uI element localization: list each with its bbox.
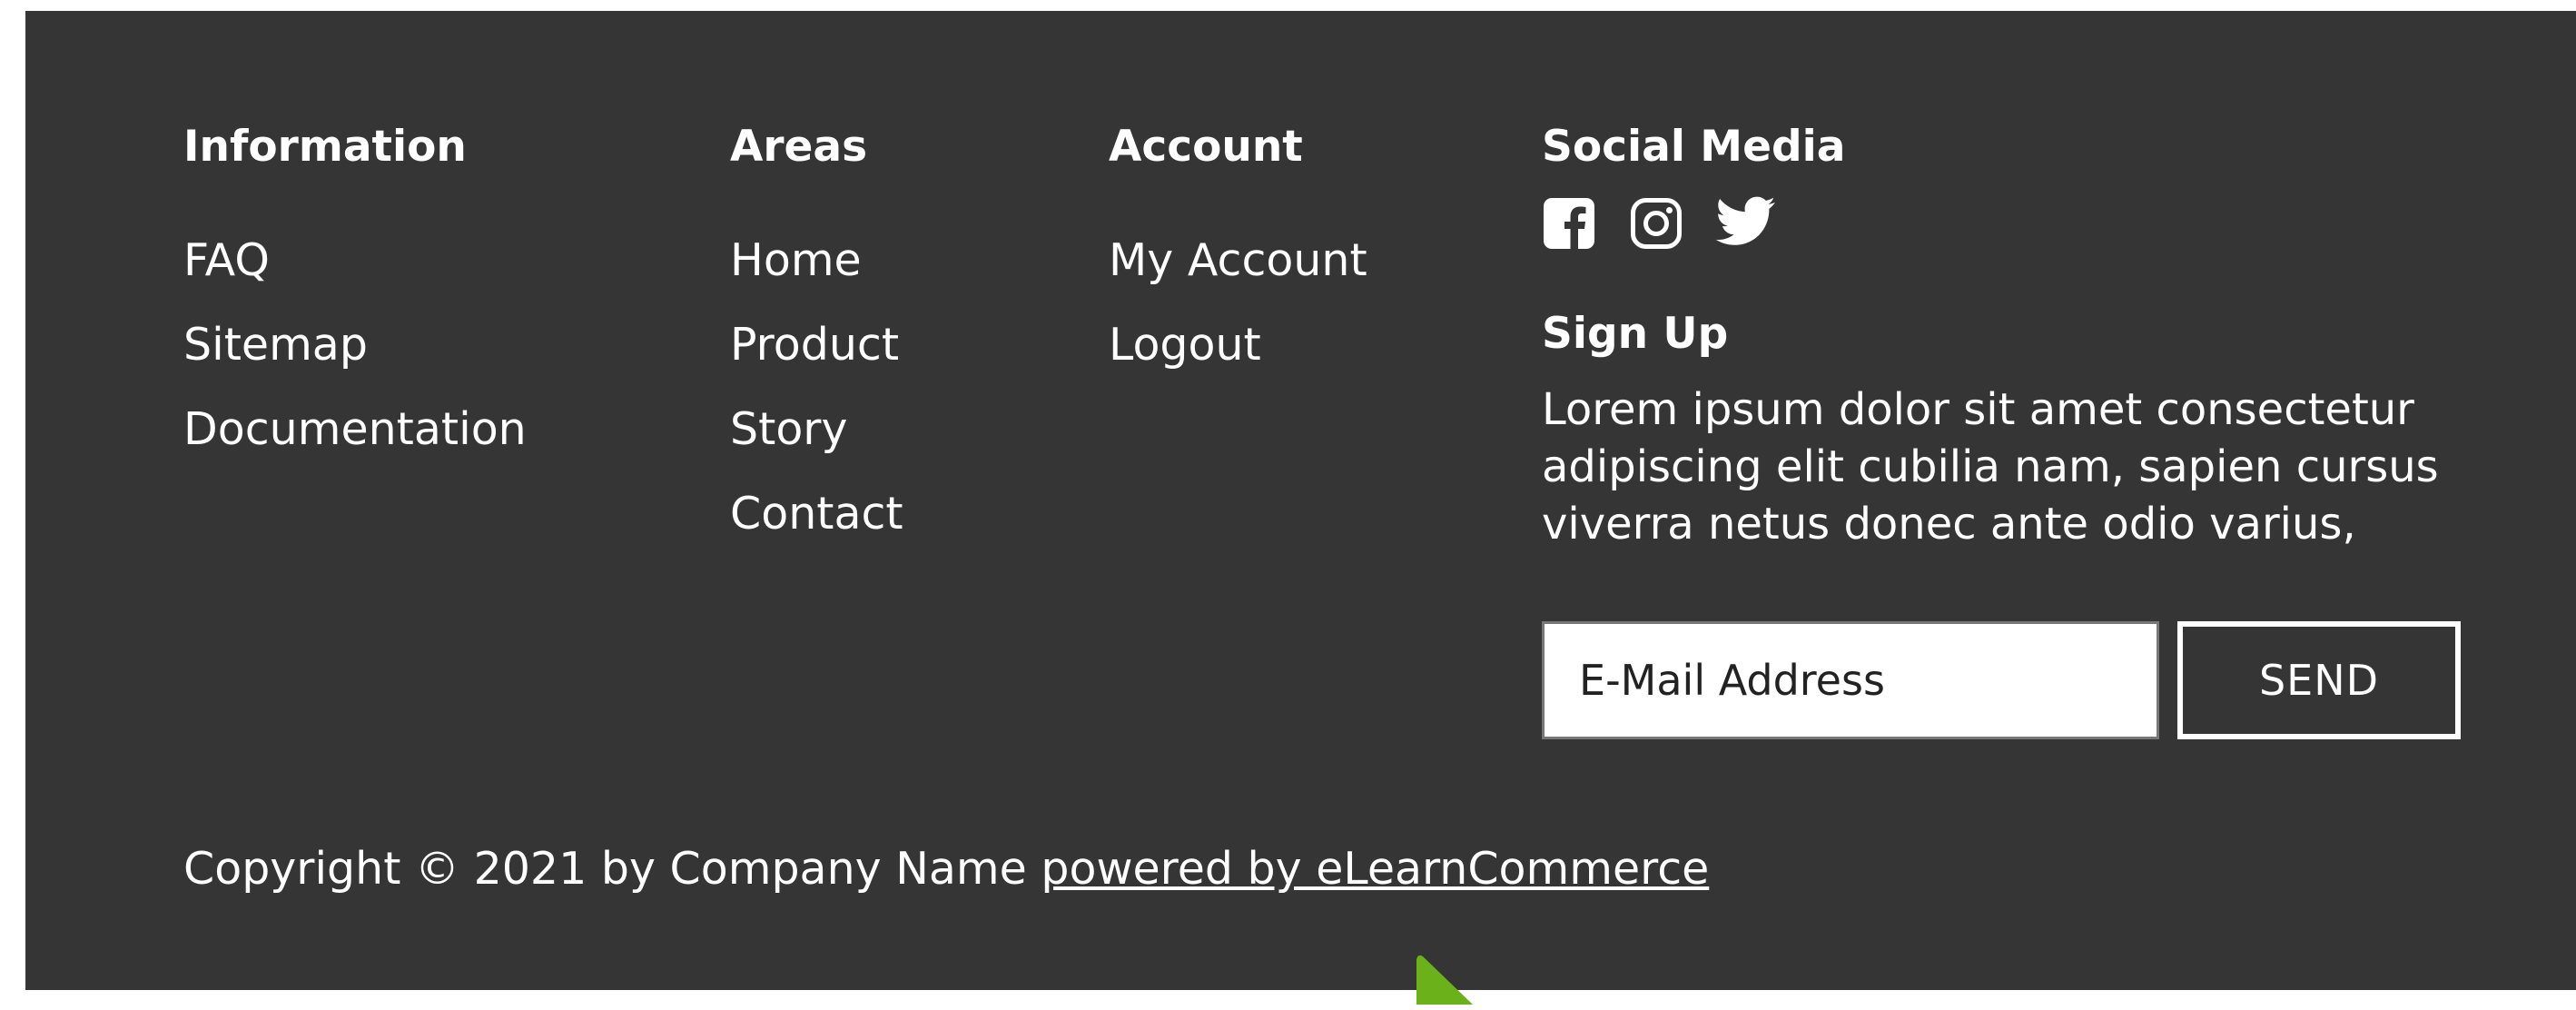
email-field[interactable] [1542, 621, 2159, 739]
copyright: Copyright © 2021 by Company Name powered… [183, 837, 1709, 901]
footer-link-logout[interactable]: Logout [1109, 302, 1367, 387]
areas-links: Home Product Story Contact [730, 218, 903, 556]
social-media-heading: Social Media [1542, 122, 1846, 172]
footer-column-information: Information FAQ Sitemap Documentation [183, 113, 527, 471]
footer-link-faq[interactable]: FAQ [183, 218, 527, 302]
footer-link-product[interactable]: Product [730, 302, 903, 387]
social-icons [1542, 196, 1775, 251]
footer-link-home[interactable]: Home [730, 218, 903, 302]
footer-link-contact[interactable]: Contact [730, 471, 903, 556]
account-heading: Account [1109, 122, 1303, 172]
account-links: My Account Logout [1109, 218, 1367, 387]
areas-heading: Areas [730, 122, 868, 172]
signup-description: Lorem ipsum dolor sit amet consectetur a… [1542, 384, 2439, 550]
footer-link-story[interactable]: Story [730, 387, 903, 471]
signup-title: Sign Up [1542, 309, 1729, 359]
footer-column-account: Account My Account Logout [1109, 113, 1367, 387]
facebook-icon[interactable] [1542, 196, 1596, 251]
footer-link-sitemap[interactable]: Sitemap [183, 302, 527, 387]
instagram-icon[interactable] [1629, 196, 1683, 251]
twitter-icon[interactable] [1715, 196, 1775, 251]
powered-by-link[interactable]: powered by eLearnCommerce [1041, 843, 1709, 895]
footer-link-documentation[interactable]: Documentation [183, 387, 527, 471]
information-heading: Information [183, 122, 467, 172]
footer-link-my-account[interactable]: My Account [1109, 218, 1367, 302]
send-button[interactable]: SEND [2177, 621, 2461, 739]
site-footer: Information FAQ Sitemap Documentation Ar… [25, 11, 2576, 1005]
information-links: FAQ Sitemap Documentation [183, 218, 527, 471]
footer-column-areas: Areas Home Product Story Contact [730, 113, 903, 556]
footer-column-social: Social Media Sign Up Lorem ipsum dolor s… [1542, 113, 2461, 739]
copyright-text: Copyright © 2021 by Company Name [183, 843, 1041, 895]
cursor-arrow-icon [1413, 952, 1476, 1006]
